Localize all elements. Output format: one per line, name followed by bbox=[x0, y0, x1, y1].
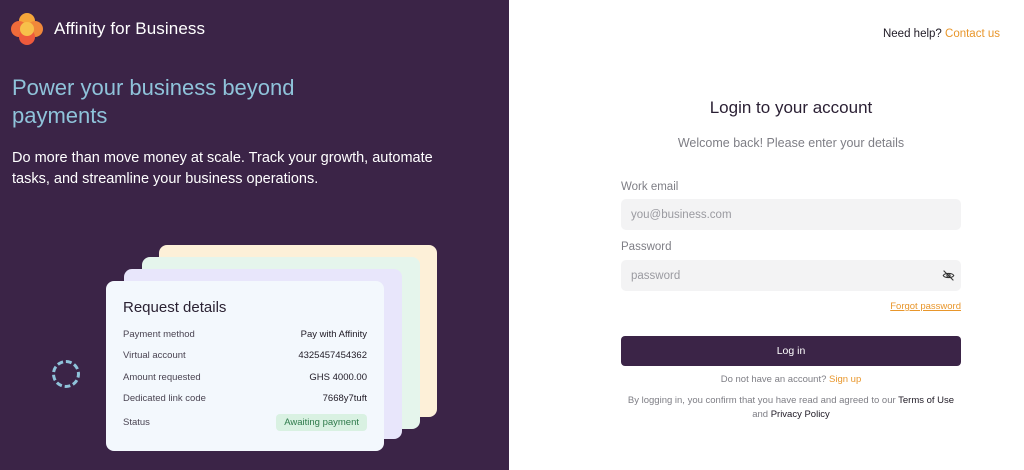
help-text: Need help? Contact us bbox=[883, 28, 1000, 40]
request-row-value: 7668y7tuft bbox=[322, 392, 367, 404]
login-title: Login to your account bbox=[709, 98, 873, 117]
login-subtitle: Welcome back! Please enter your details bbox=[677, 136, 905, 150]
request-row-value: GHS 4000.00 bbox=[309, 371, 367, 383]
request-row: Status Awaiting payment bbox=[123, 413, 367, 431]
request-details-title: Request details bbox=[123, 299, 227, 316]
login-button[interactable]: Log in bbox=[621, 336, 961, 366]
eye-off-icon[interactable] bbox=[942, 269, 955, 282]
password-field[interactable] bbox=[621, 260, 961, 291]
request-row: Virtual account 4325457454362 bbox=[123, 348, 367, 362]
email-field[interactable] bbox=[621, 199, 961, 230]
request-row-key: Status bbox=[123, 416, 150, 428]
marketing-panel: Affinity for Business Power your busines… bbox=[0, 0, 509, 470]
request-row-key: Dedicated link code bbox=[123, 392, 206, 404]
status-badge: Awaiting payment bbox=[276, 413, 367, 431]
brand[interactable]: Affinity for Business bbox=[11, 13, 205, 45]
hero-headline: Power your business beyond payments bbox=[12, 75, 295, 128]
terms-text: By logging in, you confirm that you have… bbox=[621, 394, 961, 422]
loading-spinner-icon bbox=[52, 360, 80, 388]
hero-subtext: Do more than move money at scale. Track … bbox=[12, 150, 433, 187]
terms-of-use-link[interactable]: Terms of Use bbox=[898, 395, 954, 406]
request-row: Payment method Pay with Affinity bbox=[123, 327, 367, 341]
brand-name: Affinity for Business bbox=[54, 19, 206, 38]
request-row-key: Amount requested bbox=[123, 371, 201, 383]
request-row-key: Payment method bbox=[123, 328, 195, 340]
contact-us-link[interactable]: Contact us bbox=[945, 28, 1000, 40]
request-row-key: Virtual account bbox=[123, 349, 186, 361]
signup-text: Do not have an account? Sign up bbox=[621, 374, 961, 385]
terms-prefix: By logging in, you confirm that you have… bbox=[627, 395, 896, 406]
request-details-card: Request details Payment method Pay with … bbox=[106, 281, 384, 451]
affinity-logo-icon bbox=[11, 13, 43, 45]
signup-prompt: Do not have an account? bbox=[720, 374, 827, 385]
terms-and: and bbox=[752, 409, 769, 420]
password-label: Password bbox=[621, 241, 672, 253]
forgot-password-link[interactable]: Forgot password bbox=[890, 301, 961, 312]
privacy-policy-link[interactable]: Privacy Policy bbox=[771, 409, 830, 420]
request-row-value: 4325457454362 bbox=[298, 349, 367, 361]
signup-link[interactable]: Sign up bbox=[829, 374, 861, 385]
email-label: Work email bbox=[621, 181, 679, 193]
request-row-value: Pay with Affinity bbox=[300, 328, 367, 340]
request-row: Dedicated link code 7668y7tuft bbox=[123, 391, 367, 405]
help-label: Need help? bbox=[882, 28, 942, 40]
request-row: Amount requested GHS 4000.00 bbox=[123, 370, 367, 384]
